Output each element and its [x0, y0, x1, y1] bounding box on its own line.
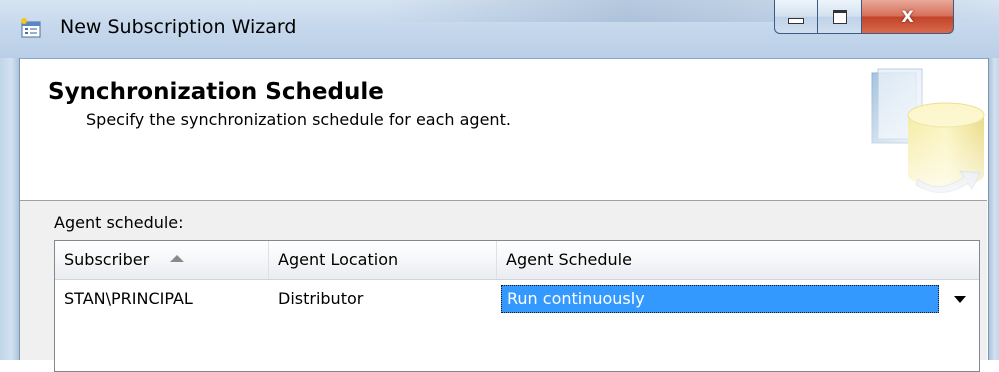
- minimize-button[interactable]: [774, 0, 818, 34]
- agent-schedule-dropdown[interactable]: Run continuously: [501, 285, 973, 313]
- maximize-button[interactable]: [818, 0, 862, 34]
- column-header-label: Agent Location: [278, 250, 399, 269]
- window-frame-left: [0, 58, 20, 360]
- column-header-label: Subscriber: [64, 250, 150, 269]
- agent-location-cell: Distributor: [278, 289, 364, 308]
- agent-schedule-selected-value: Run continuously: [501, 285, 939, 313]
- page-subtitle: Specify the synchronization schedule for…: [86, 110, 511, 129]
- grid-header: Subscriber Agent Location Agent Schedule: [55, 241, 979, 280]
- maximize-icon: [832, 9, 847, 24]
- minimize-icon: [788, 17, 804, 24]
- sort-ascending-icon: [170, 255, 185, 262]
- window-title: New Subscription Wizard: [60, 16, 297, 38]
- close-icon: X: [901, 7, 914, 26]
- column-header-label: Agent Schedule: [506, 250, 632, 269]
- window-frame-right: [988, 58, 999, 360]
- column-header-agent-location[interactable]: Agent Location: [269, 241, 497, 279]
- table-row[interactable]: STAN\PRINCIPAL Distributor Run continuou…: [55, 280, 979, 318]
- wizard-header: Synchronization Schedule Specify the syn…: [20, 59, 988, 201]
- wizard-app-icon: [21, 18, 41, 38]
- agent-schedule-label: Agent schedule:: [54, 213, 184, 232]
- subscriber-cell: STAN\PRINCIPAL: [64, 289, 193, 308]
- database-sync-icon: [868, 67, 988, 197]
- agent-schedule-grid[interactable]: Subscriber Agent Location Agent Schedule…: [54, 240, 980, 372]
- close-button[interactable]: X: [862, 0, 954, 34]
- chevron-down-icon[interactable]: [947, 285, 973, 313]
- wizard-body: Agent schedule: Subscriber Agent Locatio…: [20, 201, 987, 372]
- column-header-subscriber[interactable]: Subscriber: [55, 241, 269, 279]
- caption-buttons: X: [774, 0, 956, 37]
- title-bar[interactable]: New Subscription Wizard X: [0, 0, 999, 59]
- page-title: Synchronization Schedule: [48, 79, 384, 105]
- column-header-agent-schedule[interactable]: Agent Schedule: [497, 241, 979, 279]
